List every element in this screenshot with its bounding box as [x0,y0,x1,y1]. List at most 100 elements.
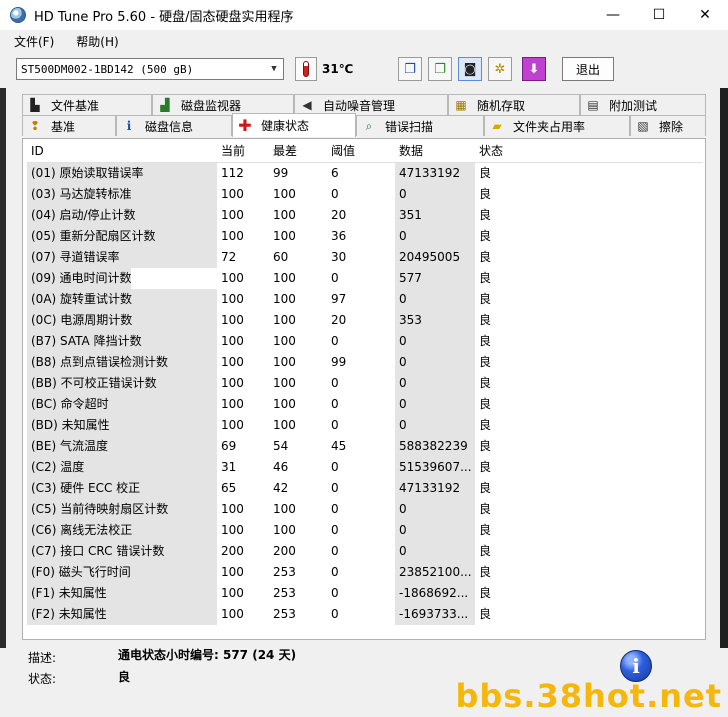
cell-worst: 100 [273,502,296,516]
table-row[interactable]: (BC) 命令超时 100 100 0 0 良 [27,394,703,415]
watermark: bbs.38hot.net [455,677,722,715]
cell-current: 100 [221,355,244,369]
copy-screenshot-button[interactable]: ❐ [428,57,452,81]
tab-disk-monitor[interactable]: ▟ 磁盘监视器 [152,94,294,115]
description-value: 通电状态小时编号: 577 (24 天) [118,648,297,662]
table-row[interactable]: (03) 马达旋转标准 100 100 0 0 良 [27,184,703,205]
cell-threshold: 0 [331,523,339,537]
cell-worst: 100 [273,313,296,327]
table-row[interactable]: (0A) 旋转重试计数 100 100 97 0 良 [27,289,703,310]
tab-label: 文件夹占用率 [513,119,586,134]
menu-file[interactable]: 文件(F) [0,33,62,50]
column-header-id[interactable]: ID [27,141,217,162]
column-header-data[interactable]: 数据 [395,141,475,162]
tab-error-scan[interactable]: ⌕ 错误扫描 [356,115,484,136]
table-row[interactable]: (B7) SATA 降挡计数 100 100 0 0 良 [27,331,703,352]
exit-button[interactable]: 退出 [562,57,614,81]
drive-select[interactable]: ST500DM002-1BD142 (500 gB) ▼ [16,58,284,80]
table-row[interactable]: (04) 启动/停止计数 100 100 20 351 良 [27,205,703,226]
tab-folder-usage[interactable]: ▰ 文件夹占用率 [484,115,630,136]
tab-extra-tests[interactable]: ▤ 附加测试 [580,94,706,115]
table-row[interactable]: (05) 重新分配扇区计数 100 100 36 0 良 [27,226,703,247]
cell-current: 100 [221,313,244,327]
table-row[interactable]: (BD) 未知属性 100 100 0 0 良 [27,415,703,436]
cell-status: 良 [479,355,492,369]
table-row[interactable]: (C5) 当前待映射扇区计数 100 100 0 0 良 [27,499,703,520]
tab-erase[interactable]: ▧ 擦除 [630,115,706,136]
column-header-threshold[interactable]: 阈值 [327,141,395,162]
tab-noise-management[interactable]: ◀ 自动噪音管理 [294,94,448,115]
table-row[interactable]: (C6) 离线无法校正 100 100 0 0 良 [27,520,703,541]
table-row[interactable]: (01) 原始读取错误率 112 99 6 47133192 良 [27,163,703,184]
table-row[interactable]: (C3) 硬件 ECC 校正 65 42 0 47133192 良 [27,478,703,499]
column-header-current[interactable]: 当前 [217,141,269,162]
cell-id: (F2) 未知属性 [27,604,217,625]
table-row[interactable]: (BB) 不可校正错误计数 100 100 0 0 良 [27,373,703,394]
camera-icon: ◙ [463,61,477,77]
background-edge-left [0,88,6,648]
cell-current: 69 [221,439,237,453]
table-row[interactable]: (F1) 未知属性 100 253 0 -1868692... 良 [27,583,703,604]
close-button[interactable]: ✕ [682,0,728,30]
cell-current: 100 [221,334,244,348]
table-row[interactable]: (0C) 电源周期计数 100 100 20 353 良 [27,310,703,331]
folder-icon: ▰ [492,119,502,133]
cell-data: 0 [395,520,475,541]
cell-worst: 100 [273,292,296,306]
column-header-worst[interactable]: 最差 [269,141,327,162]
cell-threshold: 99 [331,355,347,369]
options-button[interactable]: ✲ [488,57,512,81]
column-header-status[interactable]: 状态 [475,141,539,162]
copy-button[interactable]: ❐ [398,57,422,81]
cell-data: 51539607... [395,457,475,478]
cell-status: 良 [479,565,492,579]
cell-threshold: 0 [331,607,339,621]
minimize-button[interactable]: — [590,0,636,30]
cell-id: (F0) 磁头飞行时间 [27,562,217,583]
cell-data: 0 [395,184,475,205]
cell-status: 良 [479,586,492,600]
tab-benchmark[interactable]: ❢ 基准 [22,115,116,136]
cell-id: (BB) 不可校正错误计数 [27,373,217,394]
cell-data: 0 [395,499,475,520]
app-window: HD Tune Pro 5.60 - 硬盘/固态硬盘实用程序 — ☐ ✕ 文件(… [0,0,728,717]
cell-worst: 60 [273,250,289,264]
title-bar[interactable]: HD Tune Pro 5.60 - 硬盘/固态硬盘实用程序 — ☐ ✕ [0,0,728,30]
cell-threshold: 0 [331,418,339,432]
tab-random-access[interactable]: ▦ 随机存取 [448,94,580,115]
table-row[interactable]: (C7) 接口 CRC 错误计数 200 200 0 0 良 [27,541,703,562]
cell-current: 112 [221,166,244,180]
cell-id: (C5) 当前待映射扇区计数 [27,499,217,520]
cell-worst: 100 [273,418,296,432]
cell-status: 良 [479,313,492,327]
cell-current: 100 [221,502,244,516]
table-row[interactable]: (F0) 磁头飞行时间 100 253 0 23852100... 良 [27,562,703,583]
table-row[interactable]: (BE) 气流温度 69 54 45 588382239 良 [27,436,703,457]
window-controls: — ☐ ✕ [590,0,728,30]
tab-disk-info[interactable]: i 磁盘信息 [116,115,232,136]
tab-health[interactable]: ✚ 健康状态 [232,113,356,137]
cell-worst: 253 [273,565,296,579]
cell-worst: 100 [273,271,296,285]
tab-file-benchmark[interactable]: ▙ 文件基准 [22,94,152,115]
table-row[interactable]: (09) 通电时间计数 100 100 0 577 良 [27,268,703,289]
cell-id: (0A) 旋转重试计数 [27,289,217,310]
menu-help[interactable]: 帮助(H) [62,33,126,50]
cell-id: (C2) 温度 [27,457,217,478]
save-button[interactable]: ⬇ [522,57,546,81]
cell-threshold: 20 [331,208,347,222]
table-row[interactable]: (C2) 温度 31 46 0 51539607... 良 [27,457,703,478]
download-icon: ⬇ [528,61,540,77]
screenshot-button[interactable]: ◙ [458,57,482,81]
cell-data: 0 [395,331,475,352]
cell-data: 0 [395,226,475,247]
cell-threshold: 0 [331,502,339,516]
table-row[interactable]: (B8) 点到点错误检测计数 100 100 99 0 良 [27,352,703,373]
cell-data: 0 [395,373,475,394]
cell-threshold: 0 [331,397,339,411]
table-row[interactable]: (F2) 未知属性 100 253 0 -1693733... 良 [27,604,703,625]
maximize-button[interactable]: ☐ [636,0,682,30]
chevron-down-icon[interactable]: ▼ [265,59,283,79]
tab-label: 磁盘监视器 [181,98,242,113]
table-row[interactable]: (07) 寻道错误率 72 60 30 20495005 良 [27,247,703,268]
